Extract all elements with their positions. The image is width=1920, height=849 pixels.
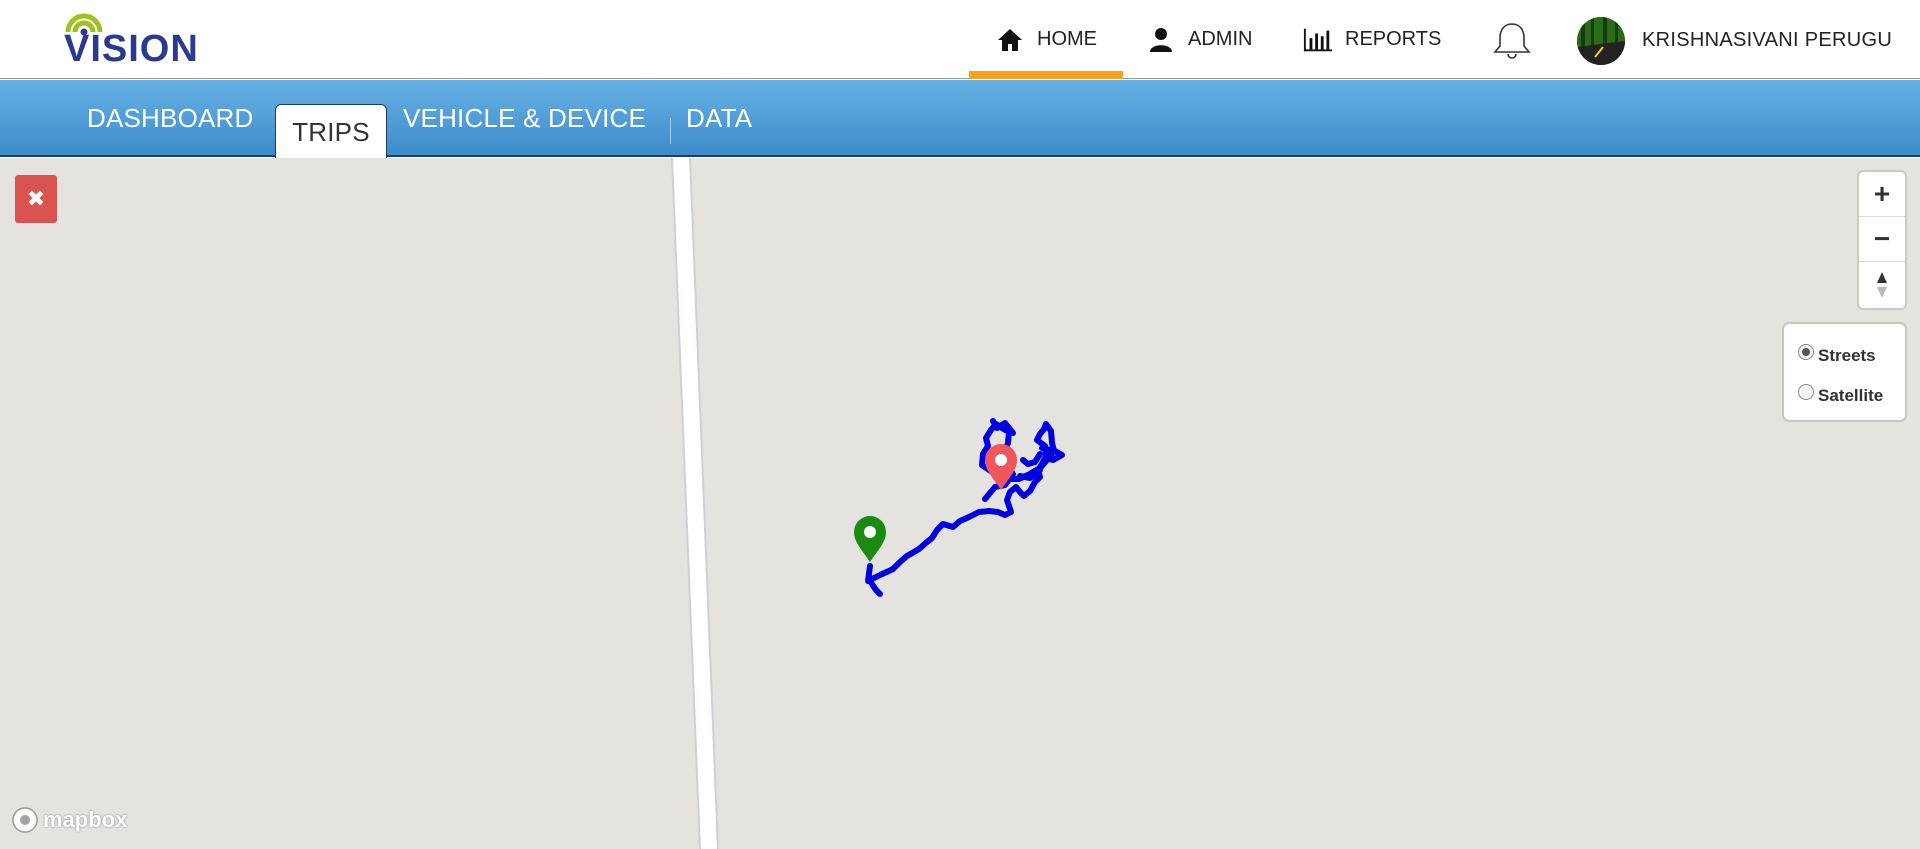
compass-icon [1877, 271, 1887, 298]
end-marker-icon[interactable] [985, 444, 1017, 490]
close-icon: ✖ [26, 186, 46, 211]
nav-admin-label: ADMIN [1188, 28, 1253, 50]
top-navigation-bar: VISION HOME ADMIN REPORTS KRISHNASIVANI … [0, 0, 1920, 79]
bell-icon[interactable] [1490, 20, 1534, 60]
mapbox-attribution-text: mapbox [43, 807, 128, 832]
mapbox-logo-icon [12, 807, 38, 833]
tab-data[interactable]: DATA [686, 80, 752, 157]
layer-streets-label: Streets [1818, 346, 1876, 365]
home-icon [995, 25, 1025, 55]
compass-button[interactable] [1859, 262, 1905, 307]
nav-home[interactable]: HOME [969, 0, 1123, 79]
start-marker-icon[interactable] [854, 516, 886, 562]
avatar[interactable] [1577, 17, 1625, 65]
tab-dashboard[interactable]: DASHBOARD [87, 80, 254, 157]
user-name[interactable]: KRISHNASIVANI PERUGU [1642, 29, 1892, 52]
map-canvas[interactable] [0, 158, 1920, 849]
trip-route [865, 418, 1065, 597]
logo-text: VISION [64, 28, 199, 70]
tab-divider [670, 118, 671, 144]
vision-logo[interactable]: VISION [62, 10, 242, 70]
nav-reports-label: REPORTS [1345, 28, 1442, 50]
plus-icon: + [1873, 178, 1891, 209]
zoom-in-button[interactable]: + [1859, 172, 1905, 217]
map-layer-switcher: Streets Satellite [1784, 324, 1905, 420]
layer-satellite-option[interactable]: Satellite [1798, 376, 1905, 416]
user-icon [1146, 25, 1176, 55]
layer-satellite-radio[interactable] [1798, 384, 1814, 400]
bar-chart-icon [1303, 25, 1333, 55]
layer-streets-radio[interactable] [1798, 344, 1814, 360]
nav-reports[interactable]: REPORTS [1303, 0, 1441, 79]
layer-streets-option[interactable]: Streets [1798, 336, 1905, 376]
tab-trips[interactable]: TRIPS [275, 104, 387, 159]
minus-icon: − [1873, 223, 1891, 254]
zoom-out-button[interactable]: − [1859, 217, 1905, 262]
mapbox-attribution[interactable]: mapbox [11, 806, 127, 834]
nav-admin[interactable]: ADMIN [1146, 0, 1252, 79]
layer-satellite-label: Satellite [1818, 386, 1884, 405]
sub-navigation-bar: DASHBOARD TRIPS VEHICLE & DEVICE DATA [0, 80, 1920, 159]
map-zoom-controls: + − [1859, 172, 1905, 308]
nav-home-label: HOME [1037, 28, 1097, 50]
tab-vehicle-device[interactable]: VEHICLE & DEVICE [403, 80, 646, 157]
trip-map[interactable]: mapbox [0, 158, 1920, 849]
close-map-button[interactable]: ✖ [15, 175, 57, 223]
